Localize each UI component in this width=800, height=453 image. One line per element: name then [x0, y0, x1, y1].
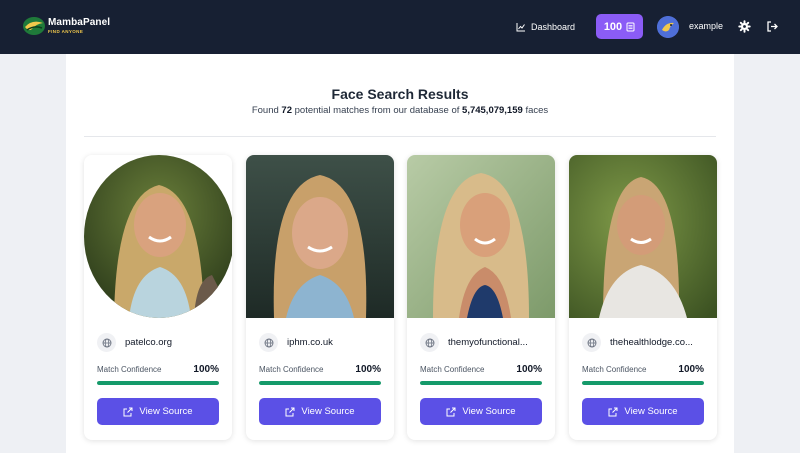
- chart-line-icon: [516, 23, 525, 32]
- brand-tagline: FIND ANYONE: [48, 29, 84, 34]
- view-source-label: View Source: [624, 406, 678, 417]
- logout-icon[interactable]: [766, 20, 779, 33]
- summary-suffix: faces: [525, 105, 549, 116]
- confidence-bar: [97, 381, 219, 385]
- view-source-button[interactable]: View Source: [97, 398, 219, 425]
- face-photo[interactable]: [84, 155, 232, 318]
- globe-icon: [420, 333, 439, 352]
- face-photo[interactable]: [407, 155, 555, 318]
- coins-icon: [626, 22, 635, 31]
- match-confidence-value: 100%: [193, 364, 219, 375]
- source-domain: iphm.co.uk: [287, 337, 333, 348]
- portrait-image: [569, 155, 717, 318]
- brand-name[interactable]: MambaPanel: [48, 17, 110, 28]
- face-photo[interactable]: [569, 155, 717, 318]
- dashboard-label: Dashboard: [531, 22, 576, 32]
- result-card: thehealthlodge.co... Match Confidence 10…: [569, 155, 717, 440]
- external-link-icon: [285, 407, 295, 416]
- source-domain: patelco.org: [125, 337, 173, 348]
- confidence-bar-fill: [97, 381, 219, 385]
- match-confidence-label: Match Confidence: [582, 365, 647, 374]
- match-confidence-label: Match Confidence: [420, 365, 485, 374]
- gear-icon[interactable]: [738, 20, 751, 33]
- confidence-bar: [582, 381, 704, 385]
- face-photo[interactable]: [246, 155, 394, 318]
- match-confidence-value: 100%: [678, 364, 704, 375]
- external-link-icon: [608, 407, 618, 416]
- page-title: Face Search Results: [331, 86, 469, 102]
- source-site: patelco.org: [97, 333, 172, 352]
- confidence-bar-fill: [582, 381, 704, 385]
- summary-prefix: Found: [251, 105, 279, 116]
- top-navbar: MambaPanel FIND ANYONE Dashboard 100 exa…: [0, 0, 800, 54]
- source-site: iphm.co.uk: [259, 333, 333, 352]
- avatar-bird-icon: [657, 16, 679, 38]
- confidence-bar: [259, 381, 381, 385]
- match-confidence-value: 100%: [355, 364, 381, 375]
- database-size: 5,745,079,159: [462, 105, 523, 116]
- logo-icon[interactable]: [22, 15, 46, 37]
- view-source-label: View Source: [139, 406, 193, 417]
- source-site: themyofunctional...: [420, 333, 528, 352]
- credits-button[interactable]: 100: [596, 14, 643, 39]
- globe-icon: [259, 333, 278, 352]
- result-card: patelco.org Match Confidence 100% View S…: [84, 155, 232, 440]
- source-domain: thehealthlodge.co...: [610, 337, 693, 348]
- portrait-image: [246, 155, 394, 318]
- confidence-bar: [420, 381, 542, 385]
- confidence-bar-fill: [420, 381, 542, 385]
- avatar[interactable]: [657, 16, 679, 38]
- summary-middle: potential matches from our database of: [294, 105, 460, 116]
- match-confidence-label: Match Confidence: [97, 365, 162, 374]
- divider: [84, 136, 716, 137]
- match-count: 72: [281, 105, 292, 116]
- portrait-image: [407, 155, 555, 318]
- external-link-icon: [123, 407, 133, 416]
- match-confidence-value: 100%: [516, 364, 542, 375]
- result-card: iphm.co.uk Match Confidence 100% View So…: [246, 155, 394, 440]
- view-source-button[interactable]: View Source: [420, 398, 542, 425]
- dashboard-link[interactable]: Dashboard: [516, 20, 575, 34]
- credits-count: 100: [603, 20, 623, 33]
- globe-icon: [97, 333, 116, 352]
- external-link-icon: [446, 407, 456, 416]
- globe-icon: [582, 333, 601, 352]
- view-source-label: View Source: [301, 406, 355, 417]
- confidence-bar-fill: [259, 381, 381, 385]
- results-summary: Found 72 potential matches from our data…: [0, 105, 800, 116]
- source-domain: themyofunctional...: [448, 337, 528, 348]
- portrait-image: [84, 155, 232, 318]
- view-source-button[interactable]: View Source: [259, 398, 381, 425]
- match-confidence-label: Match Confidence: [259, 365, 324, 374]
- username[interactable]: example: [689, 21, 723, 31]
- view-source-button[interactable]: View Source: [582, 398, 704, 425]
- result-card: themyofunctional... Match Confidence 100…: [407, 155, 555, 440]
- source-site: thehealthlodge.co...: [582, 333, 693, 352]
- view-source-label: View Source: [462, 406, 516, 417]
